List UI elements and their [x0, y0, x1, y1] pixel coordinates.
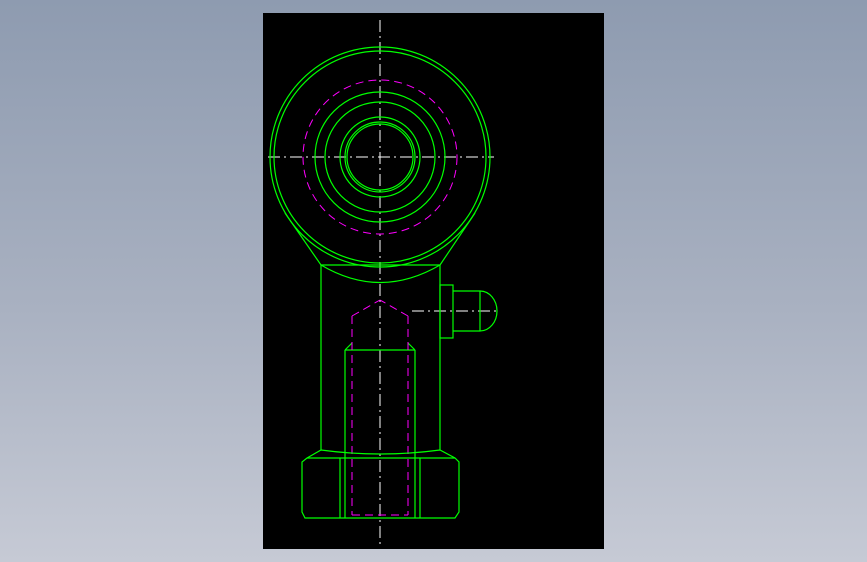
head-taper-left — [284, 212, 322, 266]
head-taper-right — [439, 212, 476, 266]
rod-end-drawing — [268, 20, 500, 545]
bore-left-chamfer — [344, 342, 353, 351]
rod-end-shank — [320, 264, 441, 518]
hidden-drill-point-left — [351, 299, 381, 317]
hidden-drill-point-right — [379, 299, 409, 317]
bore-right-chamfer — [407, 342, 416, 351]
